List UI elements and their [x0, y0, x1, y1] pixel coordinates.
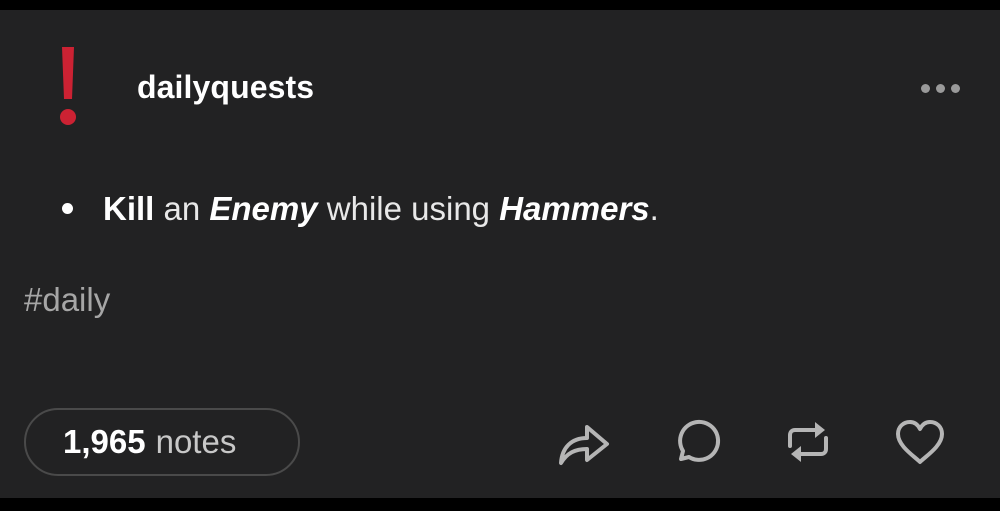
notes-button[interactable]: 1,965 notes	[24, 408, 300, 476]
post-body-list-item: Kill an Enemy while using Hammers.	[62, 190, 659, 228]
blog-name-link[interactable]: dailyquests	[137, 69, 314, 106]
share-button[interactable]	[556, 414, 612, 470]
notes-label: notes	[155, 423, 237, 460]
exclamation-mark-icon	[60, 47, 76, 125]
more-dot	[935, 83, 945, 93]
reblog-icon	[788, 422, 828, 462]
body-word-hammers: Hammers	[499, 190, 650, 227]
like-button[interactable]	[892, 414, 948, 470]
blog-avatar[interactable]	[56, 45, 80, 129]
body-text-an: an	[154, 190, 210, 227]
heart-icon	[896, 420, 944, 464]
more-dot	[920, 83, 930, 93]
screen: dailyquests Kill an Enemy while using Ha…	[0, 0, 1000, 511]
post-card: dailyquests Kill an Enemy while using Ha…	[0, 10, 1000, 498]
tag-link-daily[interactable]: #daily	[24, 281, 110, 319]
reply-button[interactable]	[668, 414, 724, 470]
bullet-point	[62, 202, 73, 214]
speech-bubble-icon	[678, 419, 721, 462]
share-arrow-icon	[559, 425, 609, 465]
body-text-while-using: while using	[317, 190, 500, 227]
notes-count: 1,965	[63, 423, 146, 460]
body-word-enemy: Enemy	[209, 190, 318, 227]
body-text-period: .	[649, 190, 659, 227]
more-dot	[950, 83, 960, 93]
body-word-kill: Kill	[103, 190, 155, 227]
more-options-button[interactable]	[914, 74, 966, 102]
reblog-button[interactable]	[780, 414, 836, 470]
